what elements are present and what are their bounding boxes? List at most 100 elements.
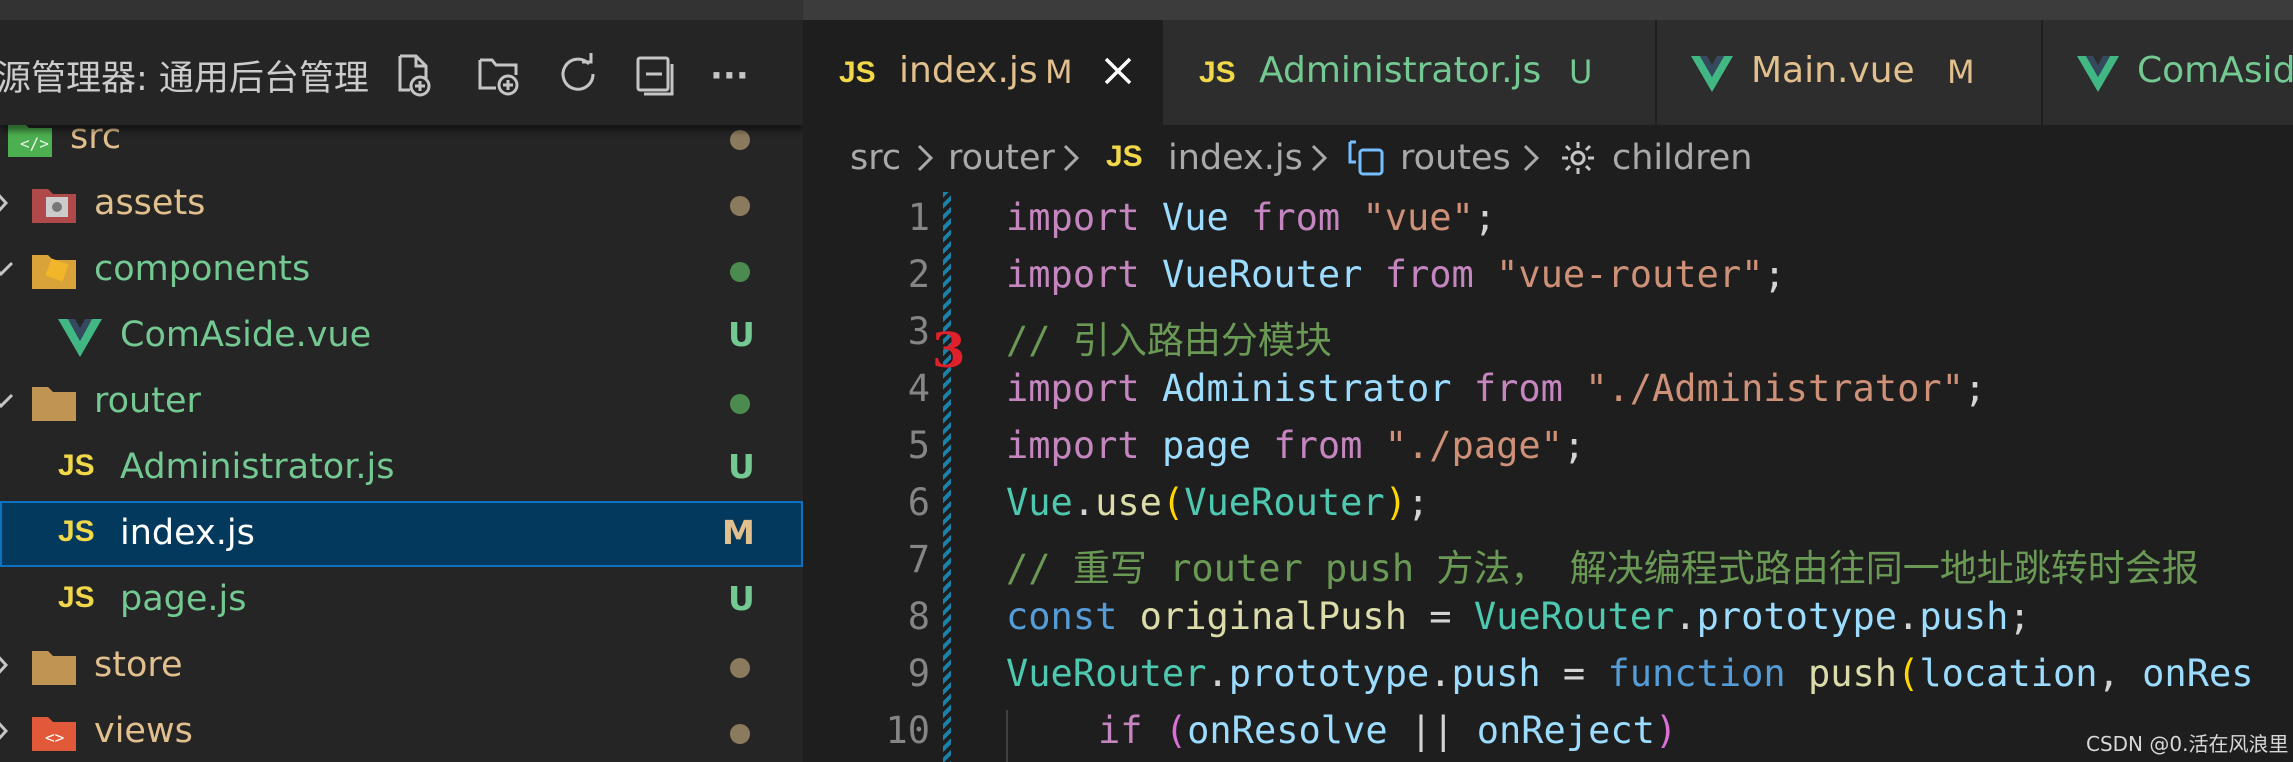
- tree-item-views[interactable]: <> views: [0, 699, 803, 762]
- tab-administrator-js[interactable]: JS Administrator.js U: [1163, 20, 1657, 125]
- new-file-icon: [398, 54, 431, 97]
- code-line-4[interactable]: import Administrator from "./Administrat…: [1006, 367, 1986, 410]
- token-keyword: from: [1384, 253, 1474, 296]
- tree-item-store[interactable]: store: [0, 633, 803, 699]
- git-status-dot: [730, 724, 750, 744]
- line-number: 8: [907, 595, 930, 638]
- code-line-10[interactable]: if (onResolve || onReject): [1098, 709, 1677, 752]
- tree-item-administrator-js[interactable]: JS Administrator.js U: [0, 435, 803, 501]
- tab-main-vue[interactable]: Main.vue M: [1657, 20, 2043, 125]
- symbol-property-icon: [1562, 142, 1594, 174]
- code-line-7[interactable]: // 重写 router push 方法， 解决编程式路由往同一地址跳转时会报: [1006, 538, 2199, 592]
- token-punct: .: [1429, 652, 1452, 695]
- token-identifier: page: [1161, 424, 1252, 467]
- token-identifier: Administrator: [1161, 367, 1452, 410]
- token-string: "vue": [1362, 196, 1474, 239]
- js-file-icon: JS: [1106, 140, 1143, 173]
- refresh-button[interactable]: [554, 52, 600, 98]
- chevron-right-icon[interactable]: [0, 643, 16, 687]
- tree-item-comaside-vue[interactable]: ComAside.vue U: [0, 303, 803, 369]
- git-status-dot: [730, 196, 750, 216]
- tree-item-page-js[interactable]: JS page.js U: [0, 567, 803, 633]
- tree-item-assets[interactable]: assets: [0, 171, 803, 237]
- token-bracket: ): [1384, 481, 1407, 524]
- folder-assets-icon: [32, 189, 76, 223]
- token-param: onReject: [1476, 709, 1655, 752]
- code-line-6[interactable]: Vue.use(VueRouter);: [1006, 481, 1429, 524]
- token-property: prototype: [1228, 652, 1430, 695]
- line-number: 10: [885, 709, 930, 752]
- token-identifier: VueRouter: [1161, 253, 1363, 296]
- tab-status: U: [1569, 53, 1593, 91]
- chevron-right-icon[interactable]: [0, 181, 16, 225]
- code-line-2[interactable]: import VueRouter from "vue-router";: [1006, 253, 1786, 296]
- token-operator: ||: [1387, 709, 1477, 752]
- token-class: VueRouter: [1184, 481, 1385, 524]
- git-status-dot: [730, 658, 750, 678]
- breadcrumb-children[interactable]: children: [1612, 138, 1752, 178]
- breadcrumb-router[interactable]: router: [948, 138, 1055, 178]
- token-punct: ;: [1763, 253, 1786, 296]
- tab-label: ComAside: [2137, 50, 2293, 91]
- new-folder-button[interactable]: [476, 52, 522, 98]
- token-punct: ;: [2008, 595, 2031, 638]
- token-punct: ;: [1963, 367, 1987, 410]
- breadcrumb-src[interactable]: src: [850, 138, 901, 178]
- chevron-right-icon: [1523, 144, 1540, 172]
- watermark: CSDN @0.活在风浪里: [2086, 732, 2289, 756]
- tree-item-label: views: [94, 711, 193, 751]
- vue-file-icon: [2077, 56, 2119, 92]
- chevron-right-icon[interactable]: [0, 709, 16, 753]
- token-keyword: from: [1251, 196, 1341, 239]
- breadcrumb-routes[interactable]: routes: [1400, 138, 1511, 178]
- token-string: "./Administrator": [1585, 367, 1964, 410]
- breadcrumb-file[interactable]: index.js: [1168, 138, 1303, 178]
- new-file-button[interactable]: [390, 52, 436, 98]
- js-file-icon: JS: [839, 56, 876, 89]
- tree-item-label: Administrator.js: [120, 447, 395, 487]
- close-icon[interactable]: [1101, 54, 1135, 88]
- token-punct: ;: [1562, 424, 1586, 467]
- code-line-9[interactable]: VueRouter.prototype.push = function push…: [1006, 652, 2254, 695]
- tree-item-index-js[interactable]: JS index.js M: [0, 501, 803, 567]
- tree-item-label: index.js: [120, 513, 255, 553]
- tab-index-js[interactable]: JS index.js M: [803, 20, 1163, 125]
- token-keyword: from: [1273, 424, 1363, 467]
- code-line-3[interactable]: // 引入路由分模块: [1006, 310, 1332, 364]
- code-line-8[interactable]: const originalPush = VueRouter.prototype…: [1006, 595, 2031, 638]
- line-number: 2: [907, 253, 930, 296]
- more-actions-button[interactable]: ···: [710, 56, 756, 102]
- token-bracket: (: [1897, 652, 1920, 695]
- token-param: onResolve: [1187, 709, 1388, 752]
- folder-icon: [32, 651, 76, 685]
- code-line-1[interactable]: import Vue from "vue";: [1006, 196, 1496, 239]
- token-param: location: [1919, 652, 2098, 695]
- vue-file-icon: [58, 319, 102, 357]
- token-keyword: if: [1098, 709, 1143, 752]
- git-status-badge: U: [728, 579, 755, 618]
- tree-item-components[interactable]: components: [0, 237, 803, 303]
- token-comment: // 重写 router push 方法， 解决编程式路由往同一地址跳转时会报: [1006, 547, 2199, 590]
- token-bracket: ): [1654, 709, 1678, 752]
- chevron-down-icon[interactable]: [0, 379, 16, 423]
- tab-comaside-vue[interactable]: ComAside: [2043, 20, 2293, 125]
- annotation-marker: 3: [932, 323, 966, 379]
- token-function: use: [1095, 481, 1162, 524]
- tree-item-router[interactable]: router: [0, 369, 803, 435]
- token-function: push: [1807, 652, 1898, 695]
- tree-item-label: assets: [94, 183, 206, 223]
- line-number: 6: [907, 481, 930, 524]
- token-punct: .: [1674, 595, 1697, 638]
- code-line-5[interactable]: import page from "./page";: [1006, 424, 1585, 467]
- token-punct: .: [1206, 652, 1229, 695]
- indent-guide: [1006, 710, 1008, 762]
- tree-item-label: page.js: [120, 579, 247, 619]
- token-keyword: import: [1006, 424, 1140, 467]
- token-keyword: function: [1607, 652, 1786, 695]
- line-number: 5: [907, 424, 930, 467]
- collapse-all-button[interactable]: [632, 52, 678, 98]
- tree-item-label: components: [94, 249, 311, 289]
- git-status-dot: [730, 262, 750, 282]
- chevron-down-icon[interactable]: [0, 247, 16, 291]
- token-punct: .: [1072, 481, 1096, 524]
